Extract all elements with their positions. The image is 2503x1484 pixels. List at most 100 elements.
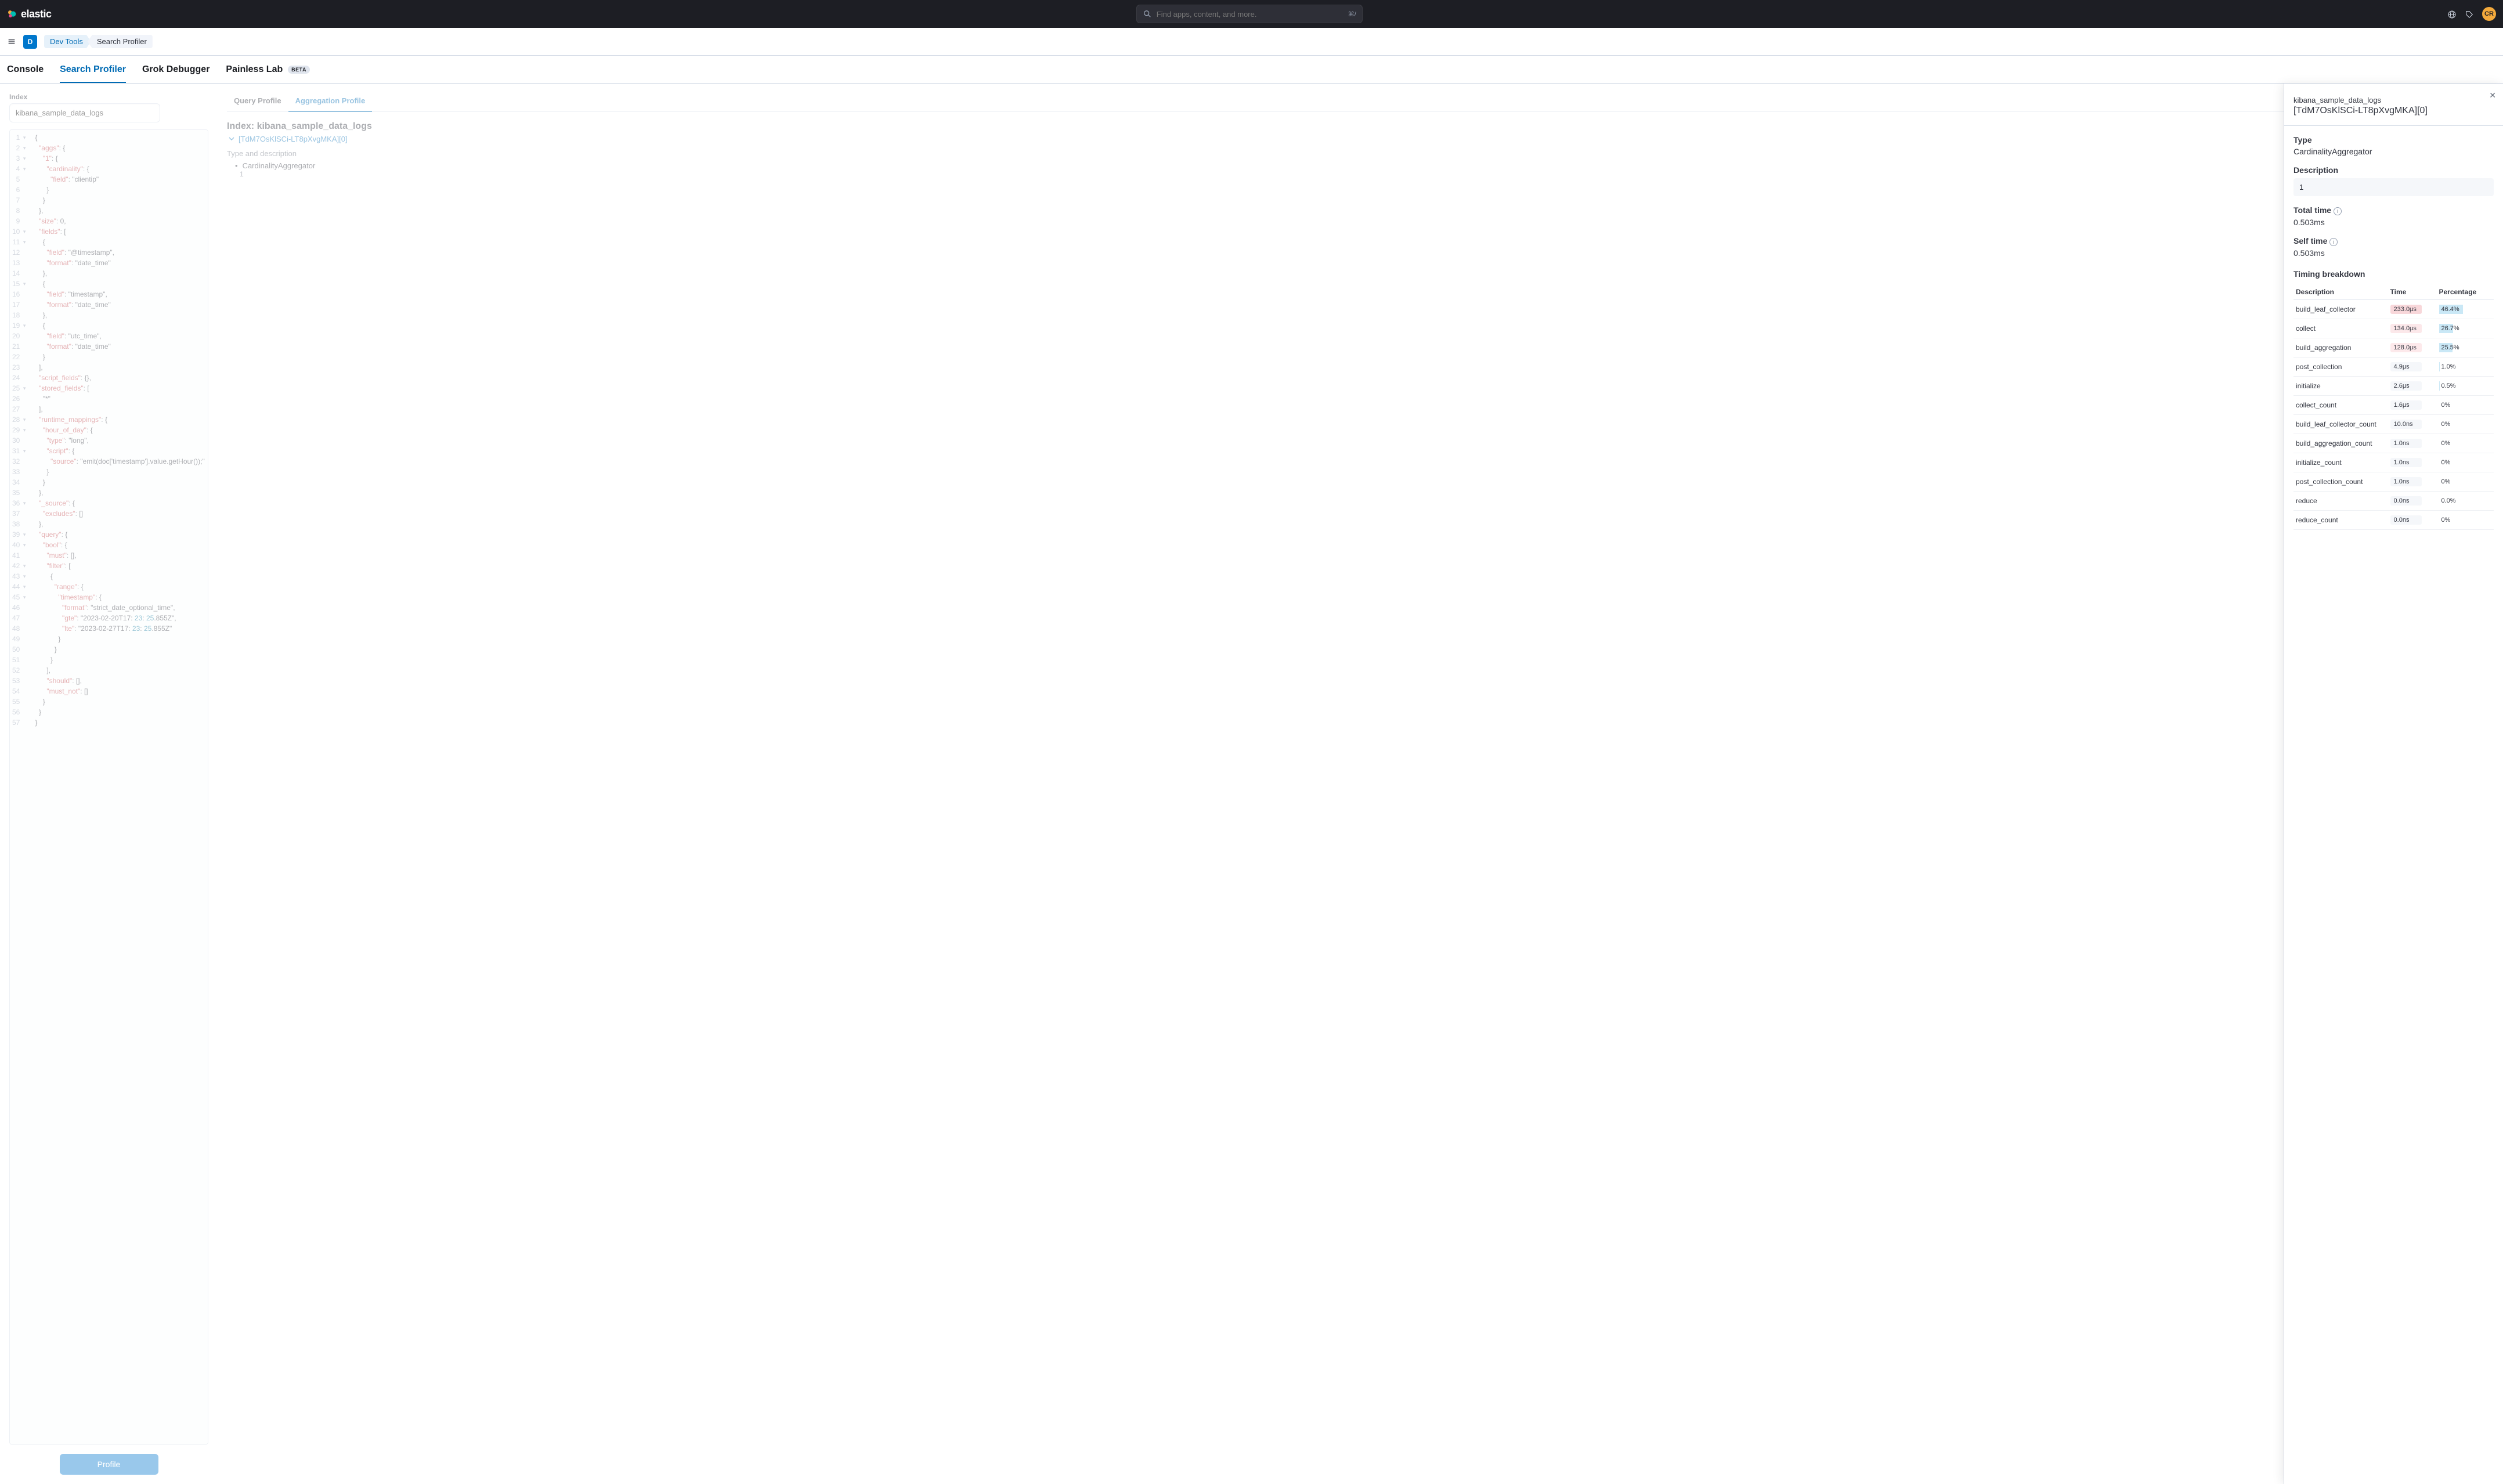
code-line[interactable]: "bool": {: [35, 540, 204, 550]
code-line[interactable]: "cardinality": {: [35, 164, 204, 174]
timing-row: collect_count 1.6µs 0%: [2293, 396, 2494, 415]
profile-button[interactable]: Profile: [60, 1454, 158, 1475]
code-line[interactable]: "_source": {: [35, 498, 204, 508]
code-line[interactable]: {: [35, 132, 204, 143]
code-line[interactable]: "format": "strict_date_optional_time",: [35, 602, 204, 613]
timing-desc: build_leaf_collector_count: [2293, 415, 2388, 434]
tab-console[interactable]: Console: [7, 56, 44, 83]
space-badge[interactable]: D: [23, 35, 37, 49]
code-line[interactable]: },: [35, 268, 204, 279]
code-line[interactable]: },: [35, 310, 204, 320]
code-line[interactable]: "fields": [: [35, 226, 204, 237]
code-line[interactable]: ],: [35, 362, 204, 373]
code-line[interactable]: "field": "timestamp",: [35, 289, 204, 299]
gutter-line: 13: [12, 258, 26, 268]
code-line[interactable]: ],: [35, 404, 204, 414]
aggregator-item[interactable]: CardinalityAggregator: [235, 161, 2494, 170]
code-line[interactable]: "timestamp": {: [35, 592, 204, 602]
code-line[interactable]: "must_not": []: [35, 686, 204, 696]
tab-search-profiler[interactable]: Search Profiler: [60, 56, 126, 83]
code-line[interactable]: "1": {: [35, 153, 204, 164]
gutter-line: 51: [12, 655, 26, 665]
code-line[interactable]: "must": [],: [35, 550, 204, 561]
code-line[interactable]: "excludes": []: [35, 508, 204, 519]
code-line[interactable]: "source": "emit(doc['timestamp'].value.g…: [35, 456, 204, 467]
code-line[interactable]: "format": "date_time": [35, 299, 204, 310]
timing-time: 0.0ns: [2388, 511, 2437, 530]
code-line[interactable]: }: [35, 352, 204, 362]
gutter-line: 32: [12, 456, 26, 467]
code-line[interactable]: }: [35, 717, 204, 728]
code-line[interactable]: }: [35, 467, 204, 477]
code-line[interactable]: },: [35, 488, 204, 498]
tab-grok-debugger[interactable]: Grok Debugger: [142, 56, 210, 83]
code-line[interactable]: "range": {: [35, 582, 204, 592]
elastic-logo-icon: [7, 9, 16, 19]
flyout-index-name: kibana_sample_data_logs: [2293, 95, 2494, 106]
timing-pct: 0.0%: [2437, 492, 2494, 511]
user-avatar[interactable]: CR: [2482, 7, 2496, 21]
close-icon[interactable]: ✕: [2489, 91, 2496, 100]
code-line[interactable]: {: [35, 320, 204, 331]
code-line[interactable]: "*": [35, 393, 204, 404]
code-line[interactable]: "aggs": {: [35, 143, 204, 153]
code-line[interactable]: "size": 0,: [35, 216, 204, 226]
code-line[interactable]: "script": {: [35, 446, 204, 456]
gutter-line: 22: [12, 352, 26, 362]
gutter-line: 57: [12, 717, 26, 728]
code-line[interactable]: },: [35, 519, 204, 529]
shard-link[interactable]: [TdM7OsKlSCi-LT8pXvgMKA][0]: [227, 134, 2494, 143]
description-value: 1: [2293, 178, 2494, 196]
code-line[interactable]: "filter": [: [35, 561, 204, 571]
code-line[interactable]: "format": "date_time": [35, 258, 204, 268]
gutter-line: 18: [12, 310, 26, 320]
code-line[interactable]: {: [35, 237, 204, 247]
code-line[interactable]: "lte": "2023-02-27T17: 23: 25.855Z": [35, 623, 204, 634]
code-line[interactable]: "field": "clientip": [35, 174, 204, 185]
nav-toggle-icon[interactable]: [7, 37, 16, 46]
tab-painless-lab[interactable]: Painless Lab BETA: [226, 56, 310, 83]
code-line[interactable]: "hour_of_day": {: [35, 425, 204, 435]
timing-desc: initialize: [2293, 377, 2388, 396]
code-line[interactable]: "query": {: [35, 529, 204, 540]
code-line[interactable]: ],: [35, 665, 204, 676]
gutter-line: 37: [12, 508, 26, 519]
index-input[interactable]: [9, 103, 160, 122]
global-search[interactable]: ⌘/: [1136, 5, 1363, 23]
timing-time: 1.0ns: [2388, 472, 2437, 492]
code-line[interactable]: },: [35, 205, 204, 216]
globe-icon[interactable]: [2447, 9, 2457, 19]
gutter-line: 47: [12, 613, 26, 623]
query-editor[interactable]: 1▾2▾3▾4▾5678910▾11▾12131415▾16171819▾202…: [9, 129, 208, 1445]
code-line[interactable]: }: [35, 696, 204, 707]
code-line[interactable]: }: [35, 707, 204, 717]
code-line[interactable]: "field": "@timestamp",: [35, 247, 204, 258]
timing-pct: 1.0%: [2437, 358, 2494, 377]
code-line[interactable]: }: [35, 477, 204, 488]
code-line[interactable]: "field": "utc_time",: [35, 331, 204, 341]
code-line[interactable]: {: [35, 571, 204, 582]
gutter-line: 8: [12, 205, 26, 216]
newsfeed-icon[interactable]: [2465, 9, 2474, 19]
breadcrumb-devtools[interactable]: Dev Tools: [44, 35, 91, 48]
code-line[interactable]: }: [35, 185, 204, 195]
code-line[interactable]: "gte": "2023-02-20T17: 23: 25.855Z",: [35, 613, 204, 623]
code-line[interactable]: "script_fields": {},: [35, 373, 204, 383]
code-line[interactable]: }: [35, 655, 204, 665]
tab-query-profile[interactable]: Query Profile: [227, 91, 288, 111]
tab-aggregation-profile[interactable]: Aggregation Profile: [288, 91, 373, 112]
info-icon[interactable]: i: [2334, 207, 2342, 215]
code-line[interactable]: "type": "long",: [35, 435, 204, 446]
code-line[interactable]: {: [35, 279, 204, 289]
code-line[interactable]: "should": [],: [35, 676, 204, 686]
code-line[interactable]: "format": "date_time": [35, 341, 204, 352]
code-line[interactable]: "runtime_mappings": {: [35, 414, 204, 425]
code-line[interactable]: }: [35, 644, 204, 655]
code-line[interactable]: }: [35, 634, 204, 644]
code-line[interactable]: }: [35, 195, 204, 205]
code-line[interactable]: "stored_fields": [: [35, 383, 204, 393]
info-icon[interactable]: i: [2329, 238, 2338, 246]
index-heading: Index: kibana_sample_data_logs: [227, 121, 2494, 132]
global-search-input[interactable]: [1157, 10, 1348, 19]
timing-time: 134.0µs: [2388, 319, 2437, 338]
